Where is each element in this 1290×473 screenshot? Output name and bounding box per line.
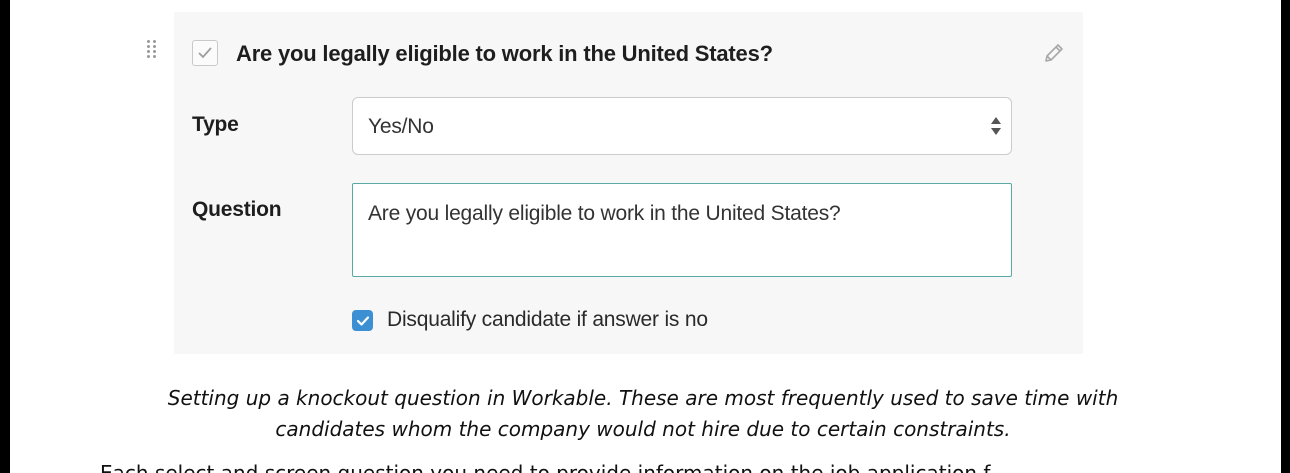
article-body-text: Each select and screen question you need…: [100, 461, 991, 473]
figure-caption: Setting up a knockout question in Workab…: [10, 383, 1276, 445]
select-arrows-icon: [991, 117, 1001, 135]
pencil-icon[interactable]: [1043, 42, 1065, 64]
type-select-value: Yes/No: [368, 115, 434, 138]
question-label: Question: [192, 198, 282, 221]
checkmark-icon: [356, 315, 369, 326]
question-title: Are you legally eligible to work in the …: [236, 41, 773, 66]
checkmark-icon: [198, 47, 212, 59]
type-select[interactable]: Yes/No: [352, 97, 1012, 155]
type-label: Type: [192, 113, 239, 136]
question-textarea-value: Are you legally eligible to work in the …: [368, 202, 841, 225]
question-textarea[interactable]: Are you legally eligible to work in the …: [352, 183, 1012, 277]
article-page: Are you legally eligible to work in the …: [10, 0, 1281, 473]
include-question-checkbox[interactable]: [192, 40, 218, 66]
drag-handle-icon[interactable]: [147, 40, 159, 60]
disqualify-label[interactable]: Disqualify candidate if answer is no: [387, 307, 708, 333]
caption-line-2: candidates whom the company would not hi…: [275, 417, 1011, 441]
caption-line-1: Setting up a knockout question in Workab…: [167, 386, 1119, 410]
disqualify-checkbox[interactable]: [352, 310, 373, 331]
